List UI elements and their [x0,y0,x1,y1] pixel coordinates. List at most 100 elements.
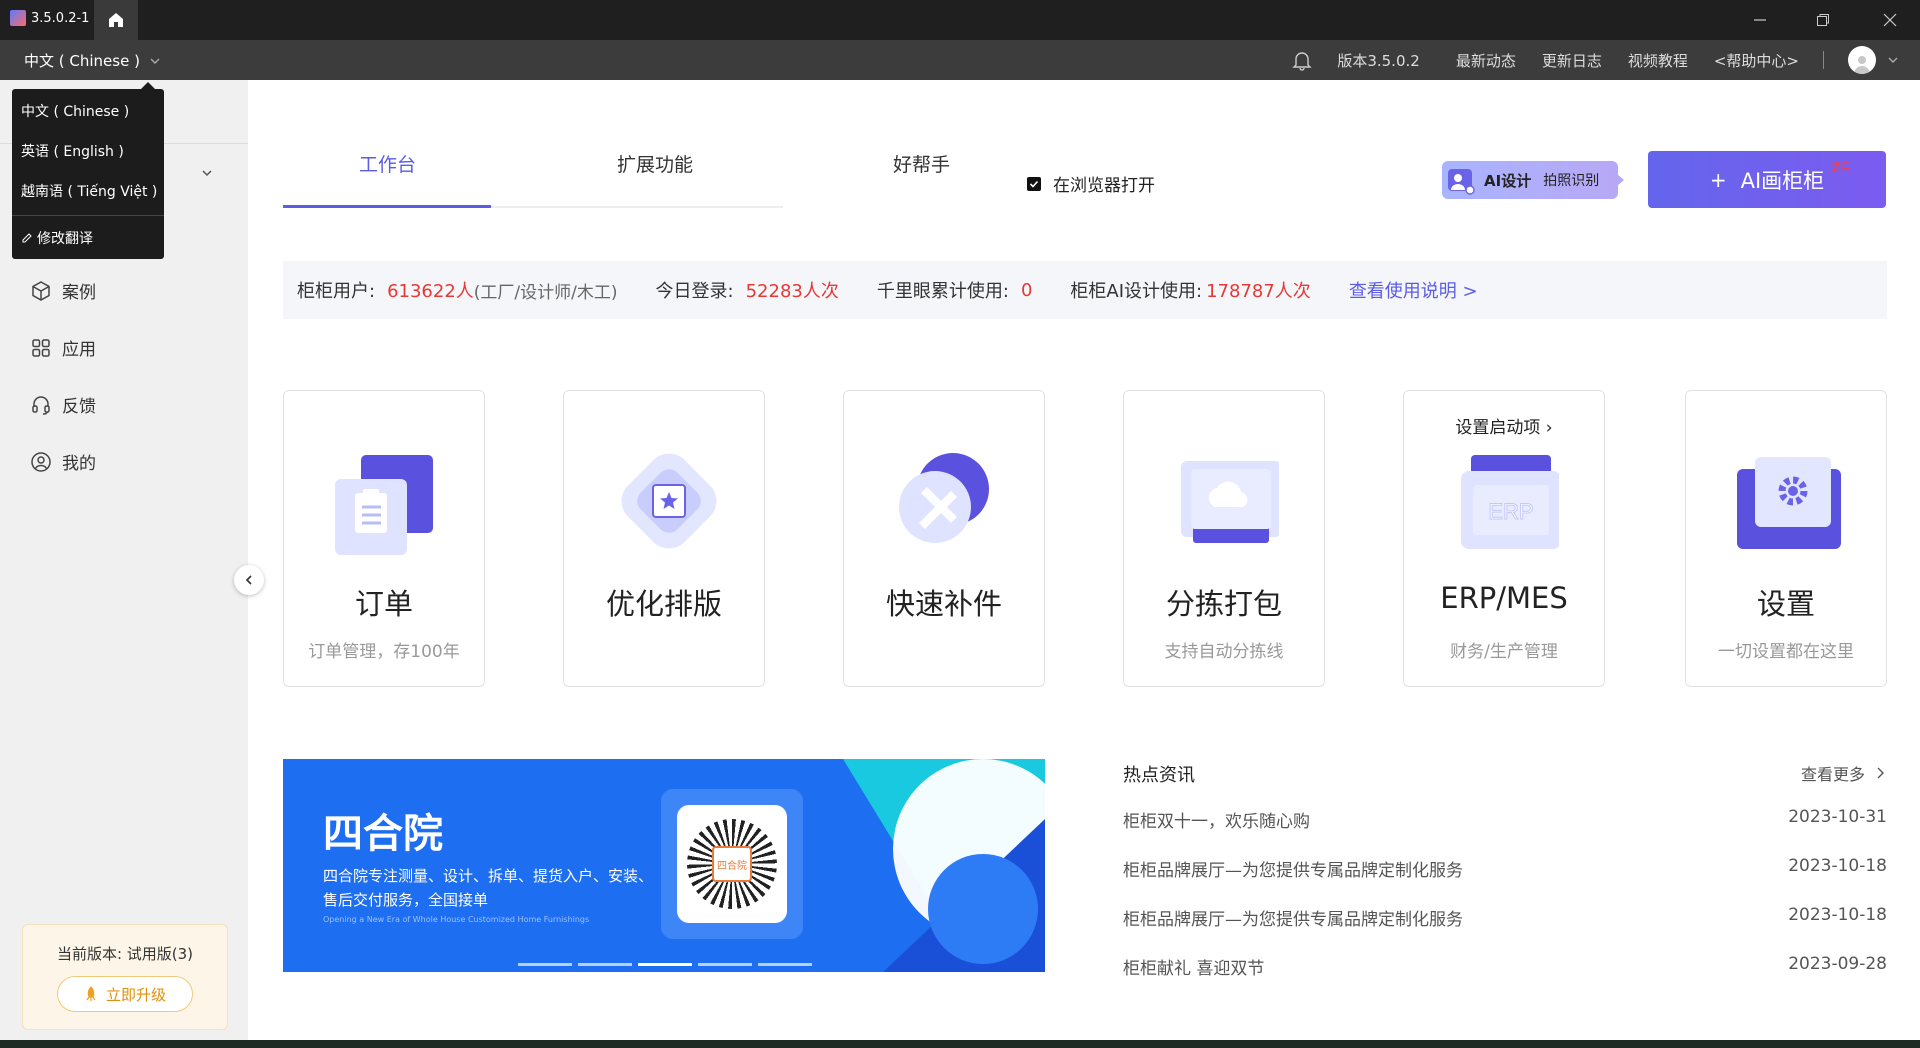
stat-eye-value: 0 [1020,279,1033,301]
link-video-tutorial[interactable]: 视频教程 [1628,50,1688,71]
tab-helper[interactable]: 好帮手 [893,150,950,177]
user-icon [1854,56,1870,74]
restore-icon [1817,14,1829,26]
card-subtitle: 一切设置都在这里 [1718,642,1854,662]
carousel-dot-active[interactable] [638,963,692,966]
close-button[interactable] [1860,0,1920,40]
sidebar-item-mine[interactable]: 我的 [30,449,96,474]
sidebar-item-label: 我的 [62,454,96,474]
stat-ai-label: 柜柜AI设计使用: [1070,281,1203,302]
news-more-label: 查看更多 [1800,765,1865,784]
link-help-center[interactable]: <帮助中心> [1714,50,1799,71]
tab-active-indicator [283,205,491,208]
set-startup-link[interactable]: 设置启动项 › [1404,413,1604,438]
gear-icon [1737,457,1841,549]
version-label: 当前版本: 试用版(3) [56,945,194,963]
carousel-dot[interactable] [698,963,752,966]
ai-design-sub: 拍照识别 [1543,173,1600,189]
set-startup-label: 设置启动项 [1455,418,1541,438]
erp-icon: ERP [1461,455,1559,549]
card-optimize-layout[interactable]: 优化排版 [563,390,765,687]
app-tab[interactable]: 3.5.0.2-1 [10,10,89,26]
link-latest-news[interactable]: 最新动态 [1456,50,1516,71]
sidebar-item-label: 应用 [62,340,96,360]
carousel-dots [518,963,812,966]
rocket-icon [86,986,96,1001]
menu-bar: 中文 ( Chinese ) 版本3.5.0.2 最新动态 更新日志 视频教程 … [0,40,1920,80]
bell-icon[interactable] [1291,49,1313,71]
stat-login-value: 52283人次 [745,281,839,302]
chevron-right-icon [1877,767,1884,779]
card-sort-pack[interactable]: 分拣打包 支持自动分拣线 [1123,390,1325,687]
promo-banner[interactable]: 四合院 四合院专注测量、设计、拆单、提货入户、安装、 售后交付服务，全国接单 O… [283,759,1045,972]
news-more-link[interactable]: 查看更多 [1801,761,1887,785]
title-bar: 3.5.0.2-1 [0,0,1920,40]
news-item-text: 柜柜献礼 喜迎双节 [1123,959,1265,979]
edit-translation-label: 修改翻译 [37,231,93,247]
carousel-dot[interactable] [578,963,632,966]
avatar[interactable] [1848,46,1876,74]
browser-open-checkbox[interactable]: 在浏览器打开 [1027,171,1155,196]
qr-logo: 四合院 [712,846,752,882]
card-title: 订单 [354,587,413,621]
news-item-date: 2023-09-28 [1788,954,1887,974]
lang-option-chinese[interactable]: 中文 ( Chinese ) [21,101,129,121]
card-erp-mes[interactable]: 设置启动项 › ERP ERP/MES 财务/生产管理 [1403,390,1605,687]
checkbox-checked-icon [1027,176,1041,191]
lang-option-english[interactable]: 英语 ( English ) [21,141,124,161]
cube-icon [32,280,50,301]
news-item-date: 2023-10-18 [1788,905,1887,925]
language-select[interactable]: 中文 ( Chinese ) [24,50,162,71]
chevron-down-icon[interactable] [200,166,214,180]
news-item-date: 2023-10-31 [1788,807,1887,827]
language-label: 中文 ( Chinese ) [24,52,140,70]
lang-option-vietnamese[interactable]: 越南语 ( Tiếng Việt ) [21,181,157,201]
sidebar-item-label: 反馈 [62,397,96,417]
top-nav: 版本3.5.0.2 最新动态 更新日志 视频教程 <帮助中心> [1291,40,1920,80]
collapse-sidebar-button[interactable] [234,565,264,595]
carousel-dot[interactable] [518,963,572,966]
sidebar-item-feedback[interactable]: 反馈 [30,392,96,417]
news-item[interactable]: 柜柜品牌展厅—为您提供专属品牌定制化服务 2023-10-18 [1123,905,1887,930]
chevron-right-icon: › [1540,418,1553,438]
sidebar-item-cases[interactable]: 案例 [30,278,96,303]
news-item[interactable]: 柜柜双十一，欢乐随心购 2023-10-31 [1123,807,1887,832]
minimize-button[interactable] [1730,0,1790,40]
banner-desc-1: 四合院专注测量、设计、拆单、提货入户、安装、 [323,867,654,885]
chevron-down-icon[interactable] [1886,53,1900,67]
news-item[interactable]: 柜柜品牌展厅—为您提供专属品牌定制化服务 2023-10-18 [1123,856,1887,881]
news-item[interactable]: 柜柜献礼 喜迎双节 2023-09-28 [1123,954,1887,979]
clipboard-icon [335,455,433,555]
tab-workbench[interactable]: 工作台 [359,150,416,177]
user-circle-icon [31,451,51,472]
camera-person-icon [1448,169,1475,195]
stat-users-note: (工厂/设计师/木工) [473,282,618,303]
erp-text: ERP [1488,499,1533,524]
banner-desc-2: 售后交付服务，全国接单 [323,891,489,909]
carousel-dot[interactable] [758,963,812,966]
home-tab[interactable] [94,0,138,40]
tab-extensions[interactable]: 扩展功能 [617,150,693,177]
edit-translation-option[interactable]: 修改翻译 [21,228,93,248]
browser-open-label: 在浏览器打开 [1053,176,1155,196]
sidebar-item-apps[interactable]: 应用 [30,335,96,360]
card-orders[interactable]: 订单 订单管理，存100年 [283,390,485,687]
card-subtitle: 订单管理，存100年 [308,642,460,662]
qr-logo-label: 四合院 [717,860,747,872]
layout-star-icon [621,453,717,549]
upgrade-label: 立即升级 [105,985,166,1004]
restore-button[interactable] [1793,0,1853,40]
card-subtitle: 支持自动分拣线 [1164,642,1284,662]
upgrade-button[interactable]: 立即升级 [57,976,193,1012]
link-changelog[interactable]: 更新日志 [1542,50,1602,71]
news-item-text: 柜柜品牌展厅—为您提供专属品牌定制化服务 [1123,861,1463,881]
headset-icon [32,395,50,415]
ai-design-button[interactable]: AI设计 拍照识别 [1442,161,1618,199]
stat-ai-value: 178787人次 [1206,281,1311,302]
card-settings[interactable]: 设置 一切设置都在这里 [1685,390,1887,687]
ai-design-label: AI设计 [1484,171,1532,190]
ai-cabinet-button[interactable]: + AI画柜柜 试用 [1648,151,1886,208]
help-link[interactable]: 查看使用说明 > [1349,277,1478,303]
card-quick-patch[interactable]: 快速补件 [843,390,1045,687]
stat-login-label: 今日登录: [655,281,734,302]
